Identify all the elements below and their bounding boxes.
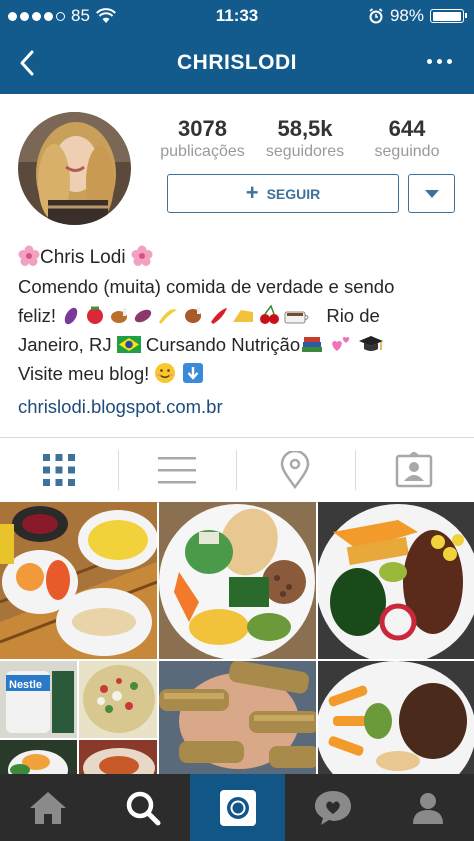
grid-icon bbox=[43, 454, 75, 486]
bio-line-2-end: Rio de bbox=[326, 305, 380, 326]
bio-line-2: feliz! Rio de bbox=[18, 301, 464, 330]
status-bar: 85 11:33 98% bbox=[0, 0, 474, 32]
camera-tab[interactable] bbox=[190, 774, 285, 841]
bio-line-4: Visite meu blog! bbox=[18, 359, 464, 388]
followers-label: seguidores bbox=[265, 143, 345, 160]
photo-tile[interactable]: Nestle bbox=[0, 661, 77, 738]
top-nav-bar: CHRISLODI bbox=[0, 32, 474, 94]
svg-text:Nestle: Nestle bbox=[9, 679, 42, 691]
home-icon bbox=[29, 791, 66, 824]
profile-avatar[interactable] bbox=[18, 112, 131, 225]
tab-list[interactable] bbox=[118, 438, 236, 502]
battery-icon bbox=[430, 9, 467, 23]
tab-grid[interactable] bbox=[0, 438, 118, 502]
search-icon bbox=[126, 791, 160, 825]
profile-icon bbox=[412, 792, 443, 824]
food-photo bbox=[79, 740, 157, 774]
posts-count: 3078 bbox=[178, 116, 227, 141]
battery-area: 98% bbox=[368, 6, 467, 26]
books-icon bbox=[302, 337, 323, 352]
profile-bio: Chris Lodi Comendo (muita) comida de ver… bbox=[18, 243, 464, 421]
profile-name-line: Chris Lodi bbox=[18, 243, 464, 272]
photo-tile[interactable] bbox=[318, 502, 474, 659]
photo-tile[interactable] bbox=[79, 661, 157, 738]
bio-line-1: Comendo (muita) comida de verdade e send… bbox=[18, 276, 395, 297]
stat-followers[interactable]: 58,5k seguidores bbox=[255, 116, 355, 161]
battery-percent: 98% bbox=[389, 6, 424, 25]
home-tab[interactable] bbox=[0, 774, 95, 841]
view-tabs bbox=[0, 438, 474, 502]
followers-count: 58,5k bbox=[277, 116, 333, 141]
food-emoji-row bbox=[64, 304, 309, 325]
bio-line-3-text: Janeiro, RJ bbox=[18, 334, 112, 355]
alarm-icon bbox=[369, 8, 383, 24]
search-tab[interactable] bbox=[95, 774, 190, 841]
activity-heart-icon bbox=[314, 790, 351, 825]
photo-tile[interactable] bbox=[79, 740, 157, 774]
photo-tile[interactable] bbox=[159, 502, 316, 659]
food-photo bbox=[318, 502, 474, 659]
follow-button[interactable]: + SEGUIR bbox=[167, 174, 399, 213]
food-photo: Nestle bbox=[0, 661, 77, 738]
profile-tab[interactable] bbox=[380, 774, 474, 841]
cherry-blossom-icon bbox=[131, 245, 153, 266]
tab-tagged[interactable] bbox=[355, 438, 473, 502]
stat-following[interactable]: 644 seguindo bbox=[357, 116, 457, 161]
stat-posts[interactable]: 3078 publicações bbox=[150, 116, 255, 161]
brazil-flag-icon bbox=[116, 336, 141, 353]
bio-line-3: Janeiro, RJ Cursando Nutrição bbox=[18, 330, 464, 359]
food-photo bbox=[0, 740, 77, 774]
plus-icon: + bbox=[245, 179, 259, 205]
bio-line-2-text: feliz! bbox=[18, 305, 57, 326]
food-photo bbox=[159, 502, 316, 659]
follow-label: SEGUIR bbox=[266, 185, 321, 202]
page-title: CHRISLODI bbox=[177, 51, 297, 74]
food-photo bbox=[79, 661, 157, 738]
list-icon bbox=[158, 457, 196, 484]
following-count: 644 bbox=[388, 116, 426, 141]
photo-tile[interactable] bbox=[318, 661, 474, 774]
posts-label: publicações bbox=[160, 143, 245, 160]
sparkling-hearts-icon bbox=[332, 337, 350, 351]
avatar-image bbox=[18, 112, 131, 225]
food-photo bbox=[159, 661, 316, 774]
camera-icon bbox=[219, 789, 256, 826]
profile-name: Chris Lodi bbox=[40, 247, 126, 268]
more-options-button[interactable] bbox=[427, 59, 452, 64]
graduation-cap-icon bbox=[359, 336, 384, 351]
photo-grid: Nestle bbox=[0, 502, 474, 774]
following-label: seguindo bbox=[374, 143, 440, 160]
down-arrow-icon bbox=[182, 363, 203, 383]
photo-tile[interactable] bbox=[159, 661, 316, 774]
food-photo bbox=[0, 502, 157, 659]
photo-tile[interactable] bbox=[0, 502, 157, 659]
bottom-tab-bar bbox=[0, 774, 474, 841]
suggestions-dropdown-button[interactable] bbox=[408, 174, 455, 213]
location-pin-icon bbox=[280, 451, 310, 489]
smiling-face-icon bbox=[155, 363, 176, 383]
photo-tile[interactable] bbox=[0, 740, 77, 774]
website-link[interactable]: chrislodi.blogspot.com.br bbox=[18, 392, 464, 421]
bio-line-4-text: Visite meu blog! bbox=[18, 363, 150, 384]
food-photo bbox=[318, 661, 474, 774]
bio-line-3-text-b: Cursando Nutrição bbox=[145, 334, 301, 355]
caret-down-icon bbox=[424, 189, 439, 198]
tagged-person-icon bbox=[395, 452, 433, 488]
activity-tab[interactable] bbox=[285, 774, 380, 841]
more-horizontal-icon bbox=[427, 59, 432, 64]
cherry-blossom-icon bbox=[18, 245, 40, 266]
tab-location[interactable] bbox=[236, 438, 354, 502]
